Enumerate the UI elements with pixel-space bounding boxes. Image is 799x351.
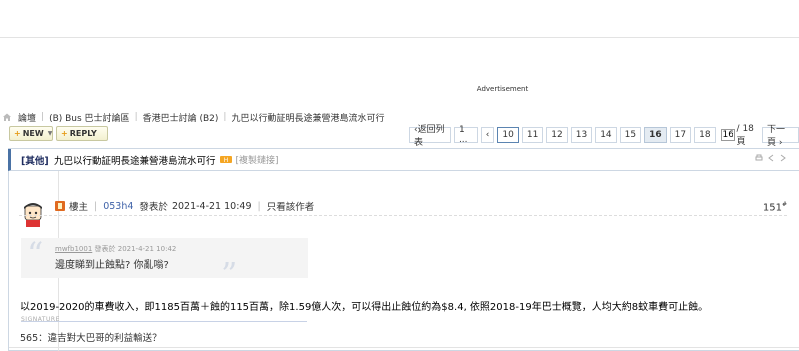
quote-author[interactable]: mwfb1001 xyxy=(55,245,92,253)
breadcrumb-item-forum[interactable]: 論壇 xyxy=(18,111,36,124)
new-thread-button[interactable]: + NEW ▼ xyxy=(9,126,53,141)
thread-container: [其他] 九巴以行動証明長途兼營港島流水可行 H [複製鏈接] 樓主 | 053… xyxy=(8,148,799,351)
quote-block: “ ” mwfb1001 發表於 2021-4-21 10:42 邊度睇到止蝕點… xyxy=(21,235,308,290)
print-icon[interactable] xyxy=(755,154,763,162)
next-thread-icon[interactable] xyxy=(779,154,787,162)
copy-link[interactable]: [複製鏈接] xyxy=(236,153,279,166)
page-link[interactable]: 17 xyxy=(669,127,692,143)
back-to-list-button[interactable]: ‹返回列表 xyxy=(409,125,451,148)
op-label: 樓主 xyxy=(69,202,89,213)
top-bar xyxy=(0,0,799,38)
breadcrumb-item-thread[interactable]: 九巴以行動証明長途兼營港島流水可行 xyxy=(231,111,384,124)
meta-separator: | xyxy=(257,200,261,212)
first-page-button[interactable]: 1 ... xyxy=(453,125,478,145)
floor-number-value: 151 xyxy=(762,202,782,214)
svg-text:H: H xyxy=(223,157,228,164)
breadcrumb-separator: | xyxy=(41,112,45,122)
plus-icon: + xyxy=(14,129,21,138)
total-pages-label: / 18 頁 xyxy=(736,123,754,147)
thread-title-text: 九巴以行動証明長途兼營港島流水可行 xyxy=(54,155,216,167)
page-link[interactable]: 12 xyxy=(546,127,568,143)
quote-timestamp: 2021-4-21 10:42 xyxy=(117,245,177,253)
reply-button[interactable]: + REPLY xyxy=(56,126,108,141)
prev-page-button[interactable]: ‹ xyxy=(480,127,495,143)
page-link[interactable]: 11 xyxy=(521,127,544,143)
close-quote-icon: ” xyxy=(221,255,238,293)
new-thread-label: NEW xyxy=(22,129,44,138)
op-badge-icon xyxy=(55,201,65,211)
thread-header-icons xyxy=(755,154,787,162)
view-author-only-link[interactable]: 只看該作者 xyxy=(267,199,315,213)
floor-number-suffix: # xyxy=(781,201,787,208)
reply-label: REPLY xyxy=(69,129,97,138)
page-link[interactable]: 13 xyxy=(570,127,593,143)
thread-prefix[interactable]: [其他] xyxy=(21,156,49,167)
current-page: 16 xyxy=(644,127,667,143)
breadcrumb-item-hk-bus[interactable]: 香港巴士討論 (B2) xyxy=(143,111,219,124)
meta-divider xyxy=(19,215,787,216)
post-meta: 樓主 | 053h4 發表於 2021-4-21 10:49 | 只看該作者 xyxy=(55,199,314,213)
chevron-down-icon: ▼ xyxy=(47,130,53,137)
thread-title: [其他] 九巴以行動証明長途兼營港島流水可行 xyxy=(21,153,216,167)
floor-number[interactable]: 151# xyxy=(763,201,787,213)
signature-divider xyxy=(21,321,307,322)
avatar[interactable] xyxy=(20,201,46,227)
quote-text: 邊度睇到止蝕點? 你亂嗡? xyxy=(55,260,169,271)
post-timestamp: 2021-4-21 10:49 xyxy=(171,200,252,212)
page-jump: / 18 頁 xyxy=(718,124,760,147)
post-footer: 回覆 評分 舉報 xyxy=(9,347,799,351)
next-page-button[interactable]: 下一頁 › xyxy=(762,125,799,148)
quote-attribution: mwfb1001 發表於 2021-4-21 10:42 xyxy=(55,244,176,254)
breadcrumb-item-bus-board[interactable]: (B) Bus 巴士討論區 xyxy=(49,111,130,124)
page-link[interactable]: 14 xyxy=(595,127,617,143)
post-body: 以2019-2020的車費收入，即1185百萬＋蝕的115百萬，除1.59億人次… xyxy=(20,302,709,313)
hot-icon: H xyxy=(219,156,232,164)
breadcrumb: 論壇 | (B) Bus 巴士討論區 | 香港巴士討論 (B2) | 九巴以行動… xyxy=(2,110,384,124)
page-link[interactable]: 10 xyxy=(497,127,519,143)
prev-thread-icon[interactable] xyxy=(767,154,775,162)
page-jump-input[interactable] xyxy=(720,129,735,141)
thread-header: [其他] 九巴以行動証明長途兼營港島流水可行 H [複製鏈接] xyxy=(8,149,799,171)
home-icon[interactable] xyxy=(2,112,12,122)
advertisement-label: Advertisement xyxy=(476,85,529,93)
page-link[interactable]: 18 xyxy=(694,127,716,143)
post: 樓主 | 053h4 發表於 2021-4-21 10:49 | 只看該作者 1… xyxy=(9,171,799,351)
meta-separator: | xyxy=(94,200,98,212)
post-author[interactable]: 053h4 xyxy=(103,201,133,212)
signature-text: 565：違吉對大巴哥的利益輸送？ xyxy=(20,333,162,344)
breadcrumb-separator: | xyxy=(223,112,227,122)
open-quote-icon: “ xyxy=(27,235,44,273)
page-link[interactable]: 15 xyxy=(619,127,642,143)
pagination: ‹返回列表 1 ... ‹ 10 11 12 13 14 15 16 17 18… xyxy=(409,124,799,148)
breadcrumb-separator: | xyxy=(134,112,138,122)
quote-author-suffix: 發表於 xyxy=(92,245,118,253)
posted-label: 發表於 xyxy=(139,202,168,213)
plus-icon: + xyxy=(61,129,68,138)
